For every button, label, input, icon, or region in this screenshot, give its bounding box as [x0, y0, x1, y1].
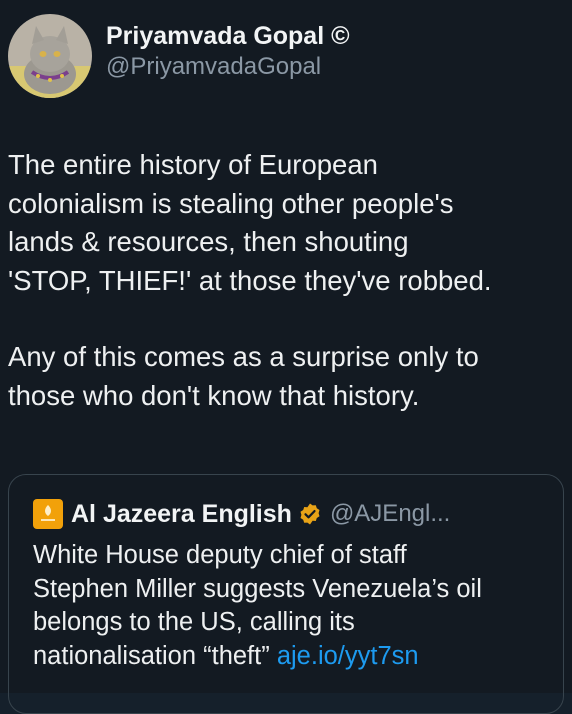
avatar[interactable]	[8, 14, 92, 98]
quoted-author-handle[interactable]: @AJEngl...	[330, 500, 450, 528]
quoted-tweet-header: Al Jazeera English @AJEngl...	[33, 499, 450, 529]
tweet-text: The entire history of European coloniali…	[8, 146, 568, 415]
quoted-tweet-link[interactable]: aje.io/yyt7sn	[277, 642, 419, 670]
cat-avatar-icon	[8, 14, 92, 98]
tweet-paragraph: Any of this comes as a surprise only to …	[8, 341, 479, 411]
al-jazeera-logo-icon[interactable]	[33, 499, 63, 529]
quoted-tweet[interactable]: Al Jazeera English @AJEngl... White Hous…	[8, 474, 564, 714]
tweet-header: Priyamvada Gopal © @PriyamvadaGopal	[8, 14, 350, 98]
author-names: Priyamvada Gopal © @PriyamvadaGopal	[106, 20, 350, 82]
author-handle[interactable]: @PriyamvadaGopal	[106, 52, 350, 82]
tweet-paragraph: The entire history of European coloniali…	[8, 149, 492, 296]
tweet[interactable]: Priyamvada Gopal © @PriyamvadaGopal The …	[0, 0, 572, 714]
quoted-tweet-text: White House deputy chief of staff Stephe…	[33, 539, 553, 673]
author-display-name[interactable]: Priyamvada Gopal ©	[106, 20, 350, 52]
quoted-author-display-name[interactable]: Al Jazeera English	[71, 500, 292, 529]
verified-badge-icon	[300, 503, 320, 525]
